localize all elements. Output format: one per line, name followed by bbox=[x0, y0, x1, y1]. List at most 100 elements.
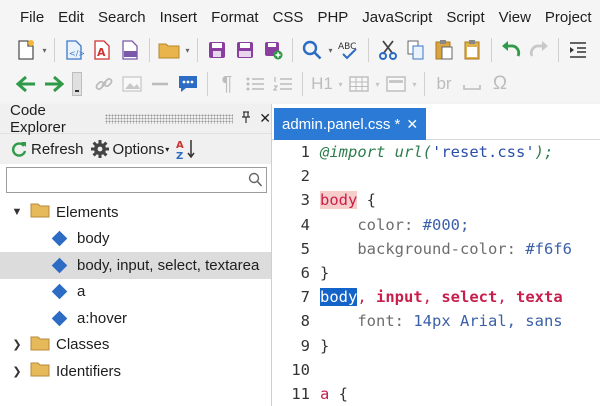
close-tab-icon[interactable]: ✕ bbox=[406, 116, 418, 133]
undo-icon[interactable] bbox=[497, 36, 525, 64]
tree-item-body-input-select-textarea[interactable]: body, input, select, textarea bbox=[0, 252, 271, 279]
link-icon[interactable] bbox=[90, 70, 118, 98]
line-number: 4 bbox=[300, 215, 310, 234]
line-break-icon[interactable]: br bbox=[430, 70, 458, 98]
menu-search[interactable]: Search bbox=[91, 0, 153, 34]
tree-node-classes[interactable]: ❯ Classes bbox=[0, 332, 271, 359]
tree-node-label: Elements bbox=[56, 203, 119, 221]
menu-php[interactable]: PHP bbox=[310, 0, 355, 34]
heading-icon[interactable]: H1 bbox=[308, 70, 336, 98]
code-explorer-title: Code Explorer bbox=[10, 101, 66, 136]
comment-icon[interactable] bbox=[174, 70, 202, 98]
tree-item-label: body bbox=[77, 230, 110, 248]
menu-file[interactable]: File bbox=[14, 0, 51, 34]
tree-node-elements[interactable]: ▼ Elements bbox=[0, 199, 271, 226]
table-dropdown-icon[interactable]: ▾ bbox=[373, 70, 382, 98]
list-icon[interactable] bbox=[241, 70, 269, 98]
toolbar-overflow-button[interactable] bbox=[72, 72, 82, 96]
tree-item-body[interactable]: body bbox=[0, 226, 271, 253]
new-file-icon[interactable] bbox=[12, 36, 40, 64]
html-doc-icon[interactable]: </> bbox=[60, 36, 88, 64]
sort-az-button[interactable]: AZ bbox=[175, 138, 197, 160]
new-dropdown-icon[interactable]: ▾ bbox=[40, 36, 49, 64]
code-explorer-header: Code Explorer ✕ bbox=[0, 101, 271, 136]
copy-icon[interactable] bbox=[402, 36, 430, 64]
omega-icon[interactable]: Ω bbox=[486, 70, 514, 98]
numbered-list-icon[interactable] bbox=[269, 70, 297, 98]
image-icon[interactable] bbox=[118, 70, 146, 98]
code-line: 11 a { bbox=[272, 382, 600, 406]
space-icon[interactable] bbox=[458, 70, 486, 98]
search-dropdown-icon[interactable]: ▾ bbox=[326, 36, 335, 64]
paste-icon[interactable] bbox=[430, 36, 458, 64]
pin-icon[interactable] bbox=[241, 111, 251, 126]
separator bbox=[491, 38, 492, 62]
svg-text:Z: Z bbox=[176, 151, 183, 160]
menu-view[interactable]: View bbox=[492, 0, 538, 34]
folder-icon bbox=[30, 202, 50, 222]
clipboard-icon[interactable] bbox=[458, 36, 486, 64]
expand-arrow-icon[interactable]: ❯ bbox=[10, 365, 24, 378]
refresh-icon bbox=[12, 142, 27, 157]
collapse-arrow-icon[interactable]: ▼ bbox=[10, 206, 24, 218]
explorer-search-input[interactable] bbox=[7, 168, 247, 192]
menu-javascript[interactable]: JavaScript bbox=[355, 0, 439, 34]
menu-format[interactable]: Format bbox=[204, 0, 266, 34]
svg-text:A: A bbox=[176, 140, 184, 151]
explorer-tree: ▼ Elements body body, input, select, tex… bbox=[0, 199, 271, 385]
close-panel-icon[interactable]: ✕ bbox=[259, 110, 271, 127]
code-line: 5 background-color: #f6f6 bbox=[272, 237, 600, 261]
form-icon[interactable] bbox=[382, 70, 410, 98]
save-icon[interactable] bbox=[203, 36, 231, 64]
tree-item-a[interactable]: a bbox=[0, 279, 271, 306]
expand-arrow-icon[interactable]: ❯ bbox=[10, 338, 24, 351]
save-all-icon[interactable] bbox=[231, 36, 259, 64]
cut-icon[interactable] bbox=[374, 36, 402, 64]
tree-node-identifiers[interactable]: ❯ Identifiers bbox=[0, 358, 271, 385]
menu-edit[interactable]: Edit bbox=[51, 0, 91, 34]
back-arrow-icon[interactable] bbox=[12, 70, 40, 98]
code-explorer-toolbar: Refresh Options ▾ AZ bbox=[0, 134, 271, 164]
menu-project[interactable]: Project bbox=[538, 0, 599, 34]
code-line: 1 @import url('reset.css'); bbox=[272, 140, 600, 164]
indent-icon[interactable] bbox=[564, 36, 592, 64]
line-number: 8 bbox=[300, 312, 310, 331]
table-icon[interactable] bbox=[345, 70, 373, 98]
panel-drag-handle[interactable] bbox=[105, 113, 234, 124]
folder-icon bbox=[30, 335, 50, 355]
heading-dropdown-icon[interactable]: ▾ bbox=[336, 70, 345, 98]
code-explorer-panel: Code Explorer ✕ Refresh Options ▾ AZ ▼ E… bbox=[0, 101, 272, 406]
tab-admin-panel-css[interactable]: admin.panel.css * ✕ bbox=[274, 108, 427, 140]
tree-node-label: Identifiers bbox=[56, 362, 122, 380]
horizontal-rule-icon[interactable] bbox=[146, 70, 174, 98]
redo-icon[interactable] bbox=[525, 36, 553, 64]
selector-diamond-icon bbox=[51, 257, 68, 274]
refresh-label: Refresh bbox=[31, 140, 84, 158]
paragraph-icon[interactable]: ¶ bbox=[213, 70, 241, 98]
forward-arrow-icon[interactable] bbox=[40, 70, 68, 98]
svg-text:A: A bbox=[97, 46, 106, 59]
code-area[interactable]: 1 @import url('reset.css'); 2 3 body { 4 c… bbox=[272, 140, 600, 406]
separator bbox=[197, 38, 198, 62]
pdf-icon[interactable]: A bbox=[88, 36, 116, 64]
search-icon[interactable] bbox=[248, 172, 263, 193]
form-dropdown-icon[interactable]: ▾ bbox=[410, 70, 419, 98]
sort-az-icon: AZ bbox=[176, 140, 195, 160]
menu-insert[interactable]: Insert bbox=[153, 0, 205, 34]
open-folder-icon[interactable] bbox=[155, 36, 183, 64]
open-dropdown-icon[interactable]: ▾ bbox=[183, 36, 192, 64]
php-icon[interactable] bbox=[116, 36, 144, 64]
menu-bar: File Edit Search Insert Format CSS PHP J… bbox=[0, 0, 600, 34]
secondary-toolbar: ¶ H1 ▾ ▾ ▾ br Ω bbox=[0, 66, 600, 102]
line-number: 10 bbox=[291, 360, 310, 379]
options-button[interactable]: Options ▾ bbox=[90, 139, 169, 159]
spell-check-icon[interactable]: ABC bbox=[335, 36, 363, 64]
separator bbox=[558, 38, 559, 62]
save-plus-icon[interactable] bbox=[259, 36, 287, 64]
refresh-button[interactable]: Refresh bbox=[10, 140, 84, 158]
menu-css[interactable]: CSS bbox=[266, 0, 311, 34]
tree-item-a-hover[interactable]: a:hover bbox=[0, 305, 271, 332]
separator bbox=[368, 38, 369, 62]
menu-script[interactable]: Script bbox=[439, 0, 491, 34]
search-icon[interactable] bbox=[298, 36, 326, 64]
